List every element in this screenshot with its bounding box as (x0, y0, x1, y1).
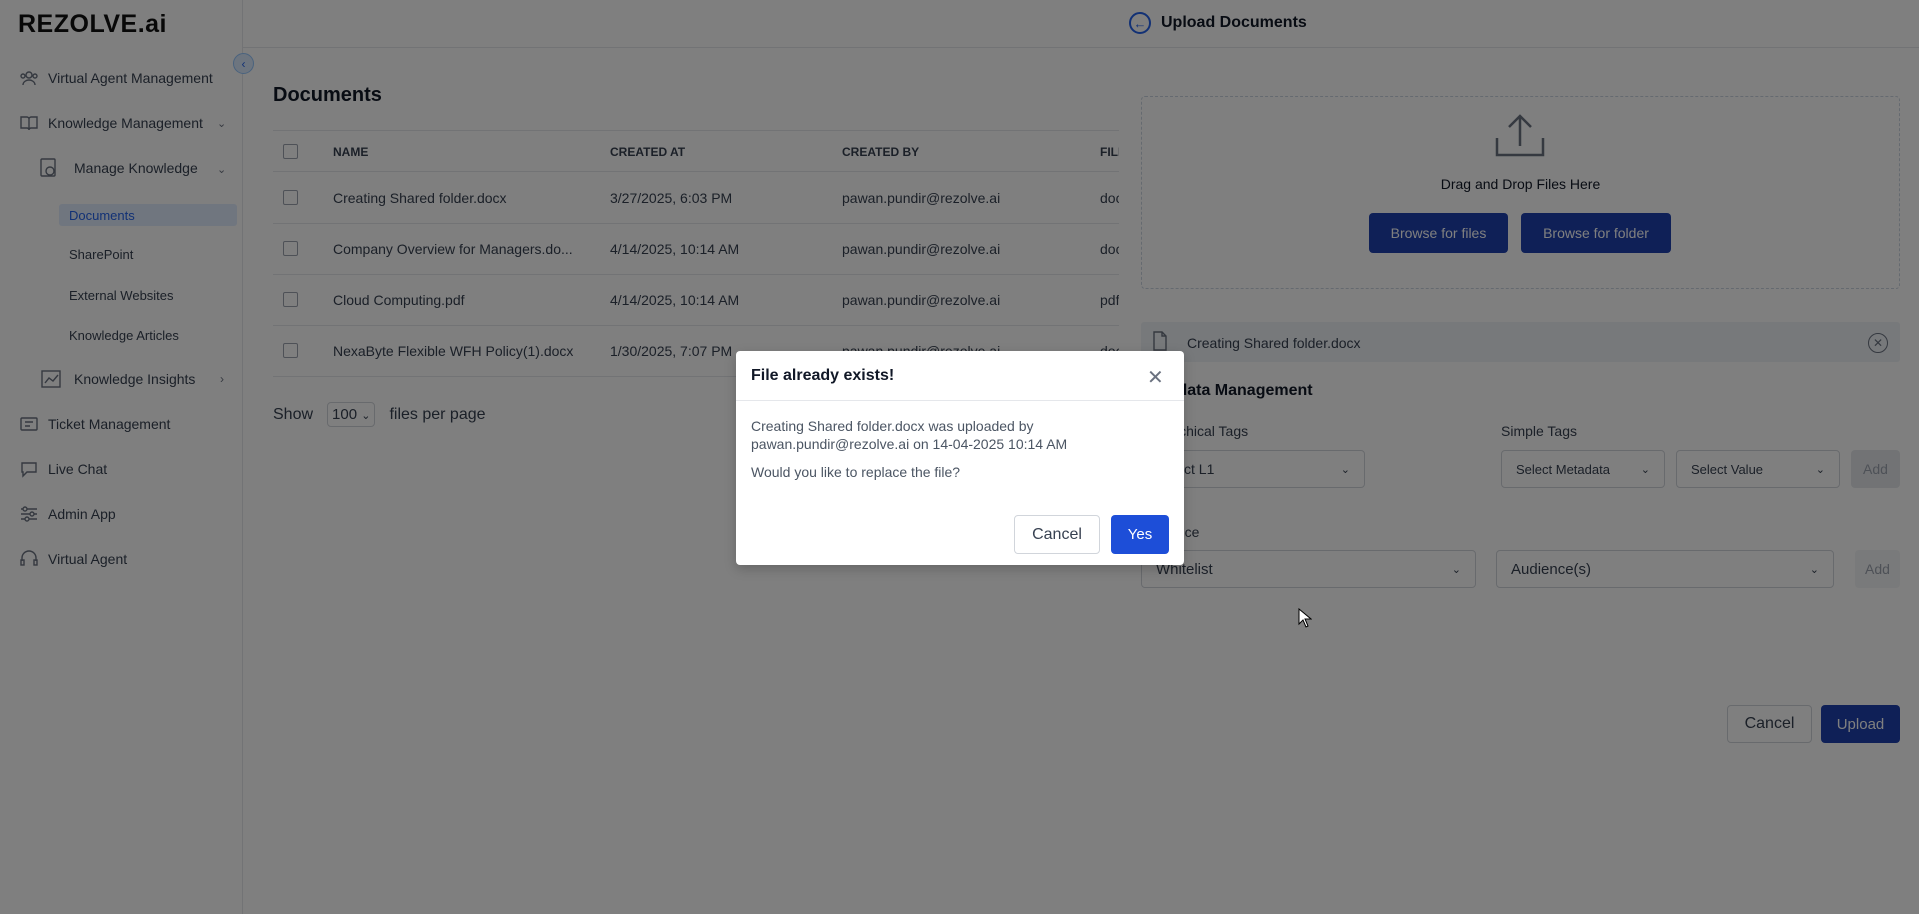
dialog-message-line: Creating Shared folder.docx was uploaded… (751, 418, 1034, 434)
dialog-title: File already exists! (751, 367, 895, 384)
dialog-message-line: pawan.pundir@rezolve.ai on 14-04-2025 10… (751, 436, 1068, 452)
close-icon[interactable]: ✕ (1147, 365, 1164, 390)
dialog-yes-button[interactable]: Yes (1111, 515, 1169, 554)
dialog-cancel-button[interactable]: Cancel (1014, 515, 1100, 554)
dialog-question: Would you like to replace the file? (751, 464, 961, 480)
mouse-cursor-icon (1298, 607, 1313, 633)
panel-backdrop (1119, 0, 1919, 914)
dialog-divider (736, 400, 1184, 401)
